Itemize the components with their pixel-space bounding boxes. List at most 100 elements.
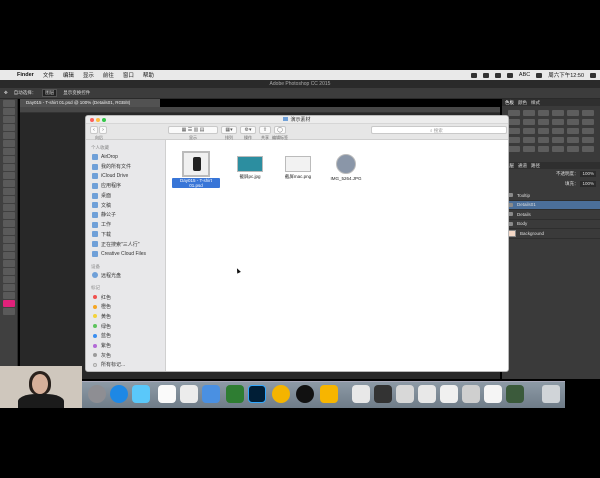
photoshop-icon[interactable] [248,385,266,403]
show-transform-checkbox[interactable]: 显示变换控件 [63,90,90,96]
window-thumbnail-icon[interactable] [374,385,392,403]
tab-swatches[interactable]: 色板 [505,100,514,106]
style-swatch[interactable] [537,128,550,134]
style-swatch[interactable] [508,110,520,116]
trash-icon[interactable] [542,385,560,403]
sidebar-item-home[interactable]: 静公子 [86,210,165,220]
foreground-color-swatch[interactable] [2,300,15,307]
sidebar-item-applications[interactable]: 应用程序 [86,181,165,191]
sidebar-item-creative-cloud[interactable]: Creative Cloud Files [86,249,165,259]
window-thumbnail-icon[interactable] [462,385,480,403]
tab-styles[interactable]: 样式 [531,100,540,106]
tool-button[interactable] [2,100,15,107]
opacity-field[interactable]: 100% [580,171,596,177]
move-tool-icon[interactable]: ✥ [4,90,8,96]
style-swatch[interactable] [582,128,594,134]
wifi-icon[interactable] [506,72,513,78]
finder-search-field[interactable]: ⌕ 搜索 [371,126,507,134]
menu-view[interactable]: 显示 [83,71,94,79]
battery-icon[interactable] [536,72,543,78]
keynote-icon[interactable] [202,385,220,403]
style-swatch[interactable] [552,137,565,143]
sidebar-tag-purple[interactable]: 紫色 [86,341,165,351]
safari-icon[interactable] [110,385,128,403]
style-swatch[interactable] [522,119,535,125]
style-swatch[interactable] [567,146,580,152]
sidebar-item-icloud[interactable]: iCloud Drive [86,171,165,181]
style-swatch[interactable] [567,128,580,134]
style-swatch[interactable] [567,110,580,116]
sidebar-all-tags[interactable]: 所有标记... [86,360,165,370]
sidebar-item-documents[interactable]: 文稿 [86,200,165,210]
edit-tags-button[interactable]: ◯ [274,126,286,134]
window-thumbnail-icon[interactable] [418,385,436,403]
spotlight-icon[interactable] [590,72,596,78]
style-swatch[interactable] [508,137,520,143]
window-thumbnail-icon[interactable] [440,385,458,403]
tool-button[interactable] [2,148,15,155]
tool-button[interactable] [2,268,15,275]
menu-app-name[interactable]: Finder [17,72,34,78]
style-swatch[interactable] [567,137,580,143]
tool-button[interactable] [2,260,15,267]
layer-row[interactable]: Body [502,220,600,229]
menu-edit[interactable]: 编辑 [63,71,74,79]
style-swatch[interactable] [522,128,535,134]
tool-button[interactable] [2,156,15,163]
style-swatch[interactable] [582,110,594,116]
tool-button[interactable] [2,164,15,171]
tool-button[interactable] [2,132,15,139]
qq-icon[interactable] [296,385,314,403]
sidebar-tag-red[interactable]: 红色 [86,292,165,302]
input-source[interactable]: ABC [519,72,530,78]
tool-button[interactable] [2,220,15,227]
tool-button[interactable] [2,140,15,147]
tab-color[interactable]: 颜色 [518,100,527,106]
action-gear-button[interactable]: ⚙▾ [240,126,256,134]
window-thumbnail-icon[interactable] [484,385,502,403]
file-item-psd[interactable]: Day015 - T-shirt 01.psd [172,151,220,188]
style-swatch[interactable] [522,110,535,116]
back-button[interactable]: ‹ [90,126,98,134]
style-swatch[interactable] [537,137,550,143]
sidebar-tag-green[interactable]: 绿色 [86,321,165,331]
sidebar-tag-yellow[interactable]: 黄色 [86,312,165,322]
tool-button[interactable] [2,236,15,243]
menubar-clock[interactable]: 周六下午12:50 [548,71,584,79]
quick-mask-button[interactable] [2,308,15,315]
menu-window[interactable]: 窗口 [123,71,134,79]
sidebar-item-work[interactable]: 工作 [86,220,165,230]
system-preferences-icon[interactable] [88,385,106,403]
style-swatch[interactable] [552,119,565,125]
tool-button[interactable] [2,284,15,291]
layer-row[interactable]: Background [502,229,600,239]
status-tray-icon[interactable] [482,72,489,78]
layer-row[interactable]: Details [502,210,600,220]
status-tray-icon[interactable] [494,72,501,78]
calendar-icon[interactable] [180,385,198,403]
style-swatch[interactable] [552,110,565,116]
auto-select-dropdown[interactable]: 图层 [42,89,58,97]
style-swatch[interactable] [508,146,520,152]
style-swatch[interactable] [552,146,565,152]
share-button[interactable]: ⇪ [259,126,271,134]
style-swatch[interactable] [582,137,594,143]
style-swatch[interactable] [537,110,550,116]
sketch-icon[interactable] [320,385,338,403]
notes-icon[interactable] [158,385,176,403]
style-swatch[interactable] [582,146,594,152]
sidebar-item-downloads[interactable]: 下载 [86,230,165,240]
tool-button[interactable] [2,188,15,195]
tool-button[interactable] [2,252,15,259]
tool-button[interactable] [2,204,15,211]
style-swatch[interactable] [508,119,520,125]
document-tab[interactable]: Day015 - T-shirt 01.psd @ 100% (Details0… [20,99,160,107]
sidebar-tag-orange[interactable]: 橙色 [86,302,165,312]
sidebar-item-desktop[interactable]: 桌面 [86,191,165,201]
tool-button[interactable] [2,276,15,283]
sidebar-item-airdrop[interactable]: AirDrop [86,152,165,162]
tool-button[interactable] [2,196,15,203]
status-tray-icon[interactable] [470,72,477,78]
file-item-pc-jpg[interactable]: 截屏pc.jpg [226,156,274,180]
layer-row[interactable]: Details01 [502,200,600,210]
